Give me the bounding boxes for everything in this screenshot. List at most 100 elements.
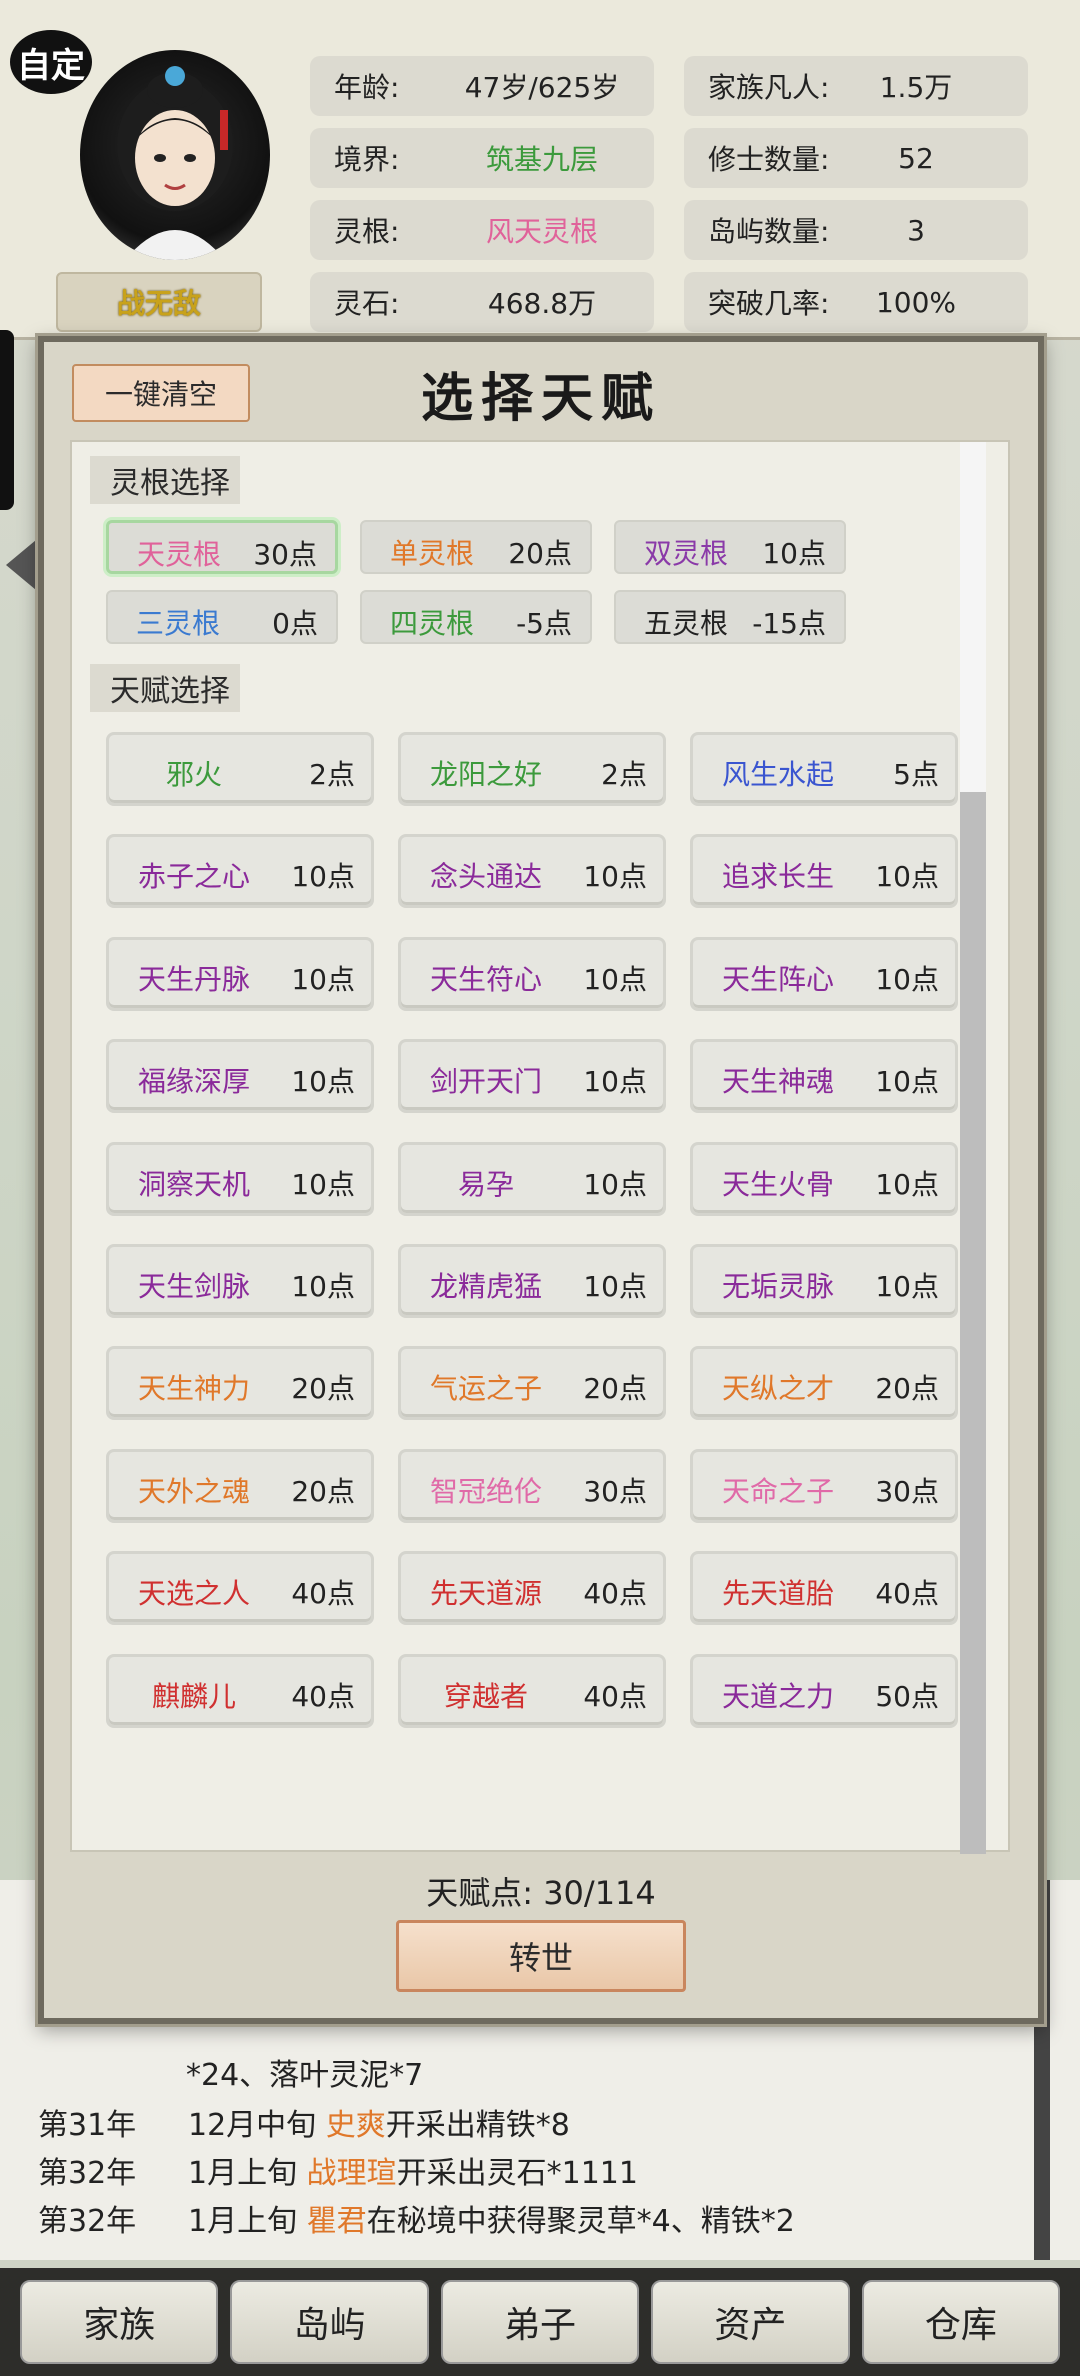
talent-option[interactable]: 智冠绝伦 30点 [398, 1449, 666, 1523]
nav-disciples-button[interactable]: 弟子 [440, 2280, 640, 2364]
talent-name: 念头通达 [429, 860, 542, 893]
talent-name: 赤子之心 [137, 860, 250, 893]
bottom-nav: 家族 岛屿 弟子 资产 仓库 [0, 2268, 1080, 2376]
spirit-root-name: 五灵根 [644, 607, 729, 640]
talent-option[interactable]: 无垢灵脉 10点 [690, 1244, 958, 1318]
talent-option[interactable]: 天选之人 40点 [106, 1551, 374, 1625]
talent-option[interactable]: 福缘深厚 10点 [106, 1039, 374, 1113]
talent-option[interactable]: 洞察天机 10点 [106, 1142, 374, 1216]
log-person[interactable]: 史爽 [326, 2108, 386, 2143]
talent-name: 洞察天机 [137, 1168, 250, 1201]
talent-option[interactable]: 赤子之心 10点 [106, 834, 374, 908]
talent-option[interactable]: 念头通达 10点 [398, 834, 666, 908]
nav-islands-button[interactable]: 岛屿 [230, 2280, 429, 2364]
talent-option[interactable]: 先天道胎 40点 [690, 1551, 958, 1625]
side-handle[interactable] [0, 330, 14, 510]
talent-points: 40点 [583, 1680, 647, 1713]
stat-value: 风天灵根 [485, 215, 598, 248]
spirit-root-points: -5点 [516, 607, 572, 640]
spirit-root-option[interactable]: 天灵根 30点 [106, 520, 338, 574]
spirit-root-name: 单灵根 [390, 537, 475, 570]
talent-points: 20点 [291, 1372, 355, 1405]
talent-name: 穿越者 [443, 1680, 528, 1713]
talent-name: 天生符心 [429, 963, 542, 996]
panel-scrollbar[interactable] [960, 442, 986, 1854]
talent-option[interactable]: 天生剑脉 10点 [106, 1244, 374, 1318]
talent-option[interactable]: 邪火 2点 [106, 732, 374, 806]
talent-option[interactable]: 龙阳之好 2点 [398, 732, 666, 806]
avatar[interactable] [80, 50, 270, 260]
avatar-portrait-icon [117, 66, 233, 260]
log-text: 在秘境中获得聚灵草*4、精铁*2 [366, 2204, 795, 2239]
nav-assets-button[interactable]: 资产 [651, 2280, 850, 2364]
talent-option[interactable]: 天纵之才 20点 [690, 1346, 958, 1420]
reincarnate-button[interactable]: 转世 [396, 1920, 686, 1992]
talent-option[interactable]: 天外之魂 20点 [106, 1449, 374, 1523]
talent-option[interactable]: 天道之力 50点 [690, 1654, 958, 1728]
spirit-root-option[interactable]: 单灵根 20点 [360, 520, 592, 574]
talent-points: 50点 [875, 1680, 939, 1713]
talent-name: 智冠绝伦 [429, 1475, 542, 1508]
talent-points: 10点 [583, 1065, 647, 1098]
talent-option[interactable]: 气运之子 20点 [398, 1346, 666, 1420]
talent-option[interactable]: 麒麟儿 40点 [106, 1654, 374, 1728]
character-name: 战无敌 [56, 272, 262, 332]
section-title-spirit-root: 灵根选择 [90, 456, 240, 504]
talent-option[interactable]: 风生水起 5点 [690, 732, 958, 806]
section-title-talents: 天赋选择 [90, 664, 240, 712]
talent-name: 无垢灵脉 [721, 1270, 834, 1303]
talent-selection-dialog: 一键清空 选择天赋 灵根选择 天灵根 30点 单灵根 20点 双灵根 10点 三灵根 0点 四灵… [38, 336, 1044, 2024]
chevron-left-icon[interactable] [6, 540, 36, 590]
talent-points: 10点 [875, 1065, 939, 1098]
talent-points: 10点 [583, 860, 647, 893]
talent-option[interactable]: 追求长生 10点 [690, 834, 958, 908]
custom-badge[interactable]: 自定 [10, 30, 92, 94]
spirit-root-option[interactable]: 四灵根 -5点 [360, 590, 592, 644]
talent-points: 40点 [875, 1577, 939, 1610]
talent-option[interactable]: 剑开天门 10点 [398, 1039, 666, 1113]
talent-option[interactable]: 天生符心 10点 [398, 937, 666, 1011]
log-person[interactable]: 瞿君 [307, 2204, 367, 2239]
talent-option[interactable]: 天生丹脉 10点 [106, 937, 374, 1011]
talent-option[interactable]: 天生火骨 10点 [690, 1142, 958, 1216]
talent-points: 10点 [583, 1270, 647, 1303]
character-header: 自定 战无敌 年龄: 47岁/625岁 家族凡人: 1.5万 境界: 筑基九层 … [0, 0, 1080, 340]
talent-name: 风生水起 [721, 758, 834, 791]
talent-points: 10点 [875, 860, 939, 893]
talent-points: 40点 [291, 1680, 355, 1713]
talent-option[interactable]: 天生阵心 10点 [690, 937, 958, 1011]
talent-name: 天生神魂 [721, 1065, 834, 1098]
log-text: 开采出精铁*8 [385, 2108, 570, 2143]
talent-option[interactable]: 易孕 10点 [398, 1142, 666, 1216]
talent-points: 10点 [291, 963, 355, 996]
talent-points: 2点 [601, 758, 647, 791]
log-person[interactable]: 战理瑄 [307, 2156, 397, 2191]
log-text: 开采出灵石*1111 [396, 2156, 638, 2191]
spirit-root-option[interactable]: 双灵根 10点 [614, 520, 846, 574]
talent-name: 天生神力 [137, 1372, 250, 1405]
nav-family-button[interactable]: 家族 [20, 2280, 219, 2364]
talent-option[interactable]: 龙精虎猛 10点 [398, 1244, 666, 1318]
talent-option[interactable]: 穿越者 40点 [398, 1654, 666, 1728]
log-year: 第32年 [38, 2204, 137, 2239]
spirit-root-name: 双灵根 [644, 537, 729, 570]
talent-name: 天生丹脉 [137, 963, 250, 996]
talent-option[interactable]: 天生神魂 10点 [690, 1039, 958, 1113]
talent-points: 10点 [291, 860, 355, 893]
spirit-root-option[interactable]: 五灵根 -15点 [614, 590, 846, 644]
talent-name: 天道之力 [721, 1680, 834, 1713]
talent-option[interactable]: 天命之子 30点 [690, 1449, 958, 1523]
talent-name: 天外之魂 [137, 1475, 250, 1508]
log-year: 第32年 [38, 2156, 137, 2191]
talent-panel: 灵根选择 天灵根 30点 单灵根 20点 双灵根 10点 三灵根 0点 四灵根 -5点 五灵根 -15… [70, 440, 1010, 1854]
talent-points: 10点 [583, 963, 647, 996]
spirit-root-points: 10点 [762, 537, 826, 570]
nav-warehouse-button[interactable]: 仓库 [861, 2280, 1061, 2364]
scrollbar-thumb[interactable] [960, 442, 986, 792]
talent-name: 龙精虎猛 [429, 1270, 542, 1303]
talent-option[interactable]: 先天道源 40点 [398, 1551, 666, 1625]
talent-name: 天命之子 [721, 1475, 834, 1508]
spirit-root-option[interactable]: 三灵根 0点 [106, 590, 338, 644]
stat-cultivators: 修士数量: 52 [684, 128, 1028, 188]
talent-option[interactable]: 天生神力 20点 [106, 1346, 374, 1420]
